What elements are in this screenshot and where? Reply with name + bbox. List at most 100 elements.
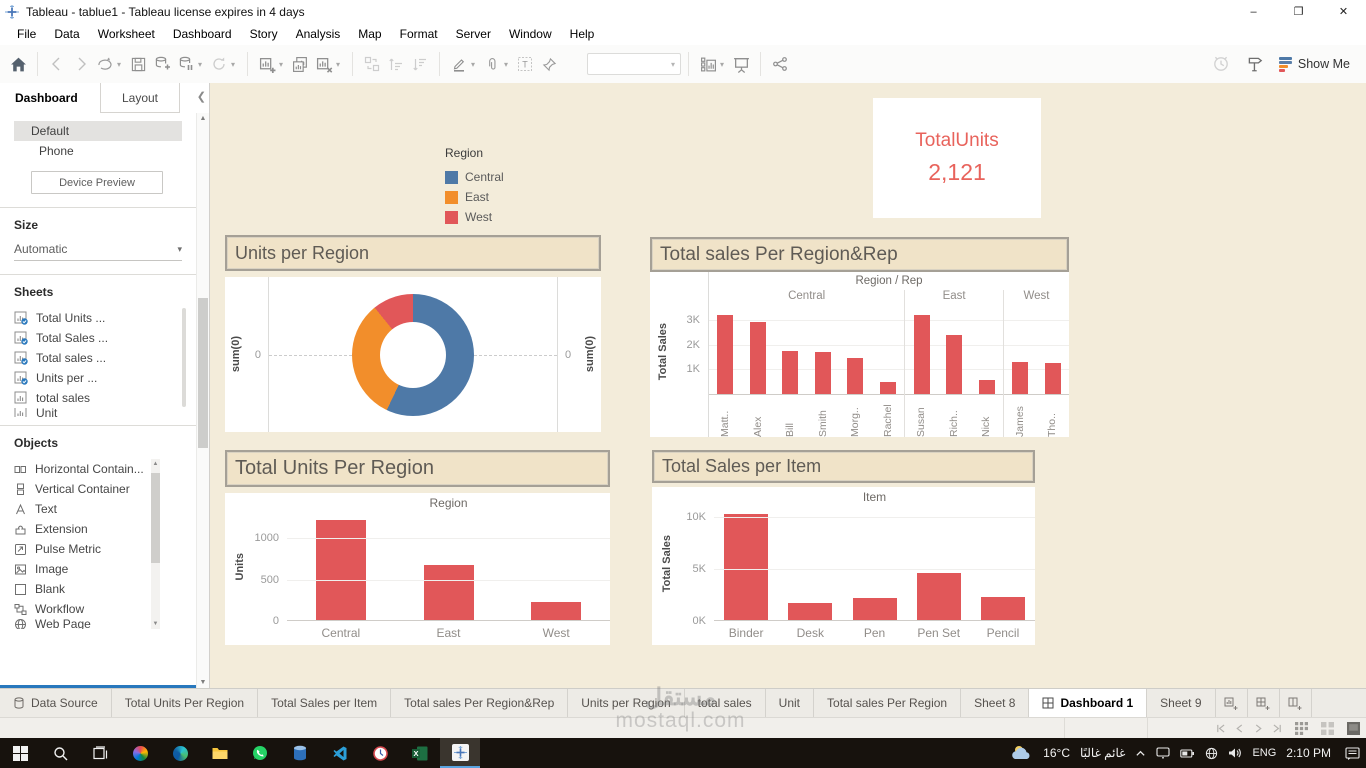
presentation-view-icon[interactable] bbox=[1347, 721, 1360, 735]
duplicate-icon[interactable] bbox=[288, 51, 312, 77]
temperature[interactable]: 16°C bbox=[1043, 746, 1070, 760]
task-view-button[interactable] bbox=[80, 738, 120, 768]
bar-matt[interactable] bbox=[717, 314, 734, 394]
device-phone[interactable]: Phone bbox=[14, 141, 182, 161]
filmstrip-view-icon[interactable] bbox=[1321, 721, 1334, 735]
show-me-button[interactable]: Show Me bbox=[1278, 56, 1350, 72]
save-icon[interactable] bbox=[126, 51, 150, 77]
clear-sheet-icon[interactable] bbox=[312, 51, 336, 77]
sheet-sorter-view-icon[interactable] bbox=[1295, 721, 1308, 735]
first-sheet-icon[interactable] bbox=[1216, 723, 1225, 733]
sheet-item-total-sales[interactable]: Total Sales ... bbox=[14, 328, 182, 348]
objects-scrollbar[interactable]: ▲ ▼ bbox=[151, 459, 160, 629]
sheet-item-unit[interactable]: Unit bbox=[14, 408, 182, 417]
device-preview-button[interactable]: Device Preview bbox=[31, 171, 163, 194]
new-dashboard-tab-button[interactable] bbox=[1248, 689, 1280, 717]
bar-alex[interactable] bbox=[749, 322, 766, 394]
pause-updates-icon[interactable] bbox=[174, 51, 198, 77]
next-sheet-icon[interactable] bbox=[1254, 723, 1263, 733]
highlight-caret-icon[interactable]: ▾ bbox=[471, 60, 480, 69]
total-units-region-title[interactable]: Total Units Per Region bbox=[225, 450, 610, 487]
photos-button[interactable] bbox=[120, 738, 160, 768]
restore-button[interactable]: ❐ bbox=[1276, 0, 1321, 23]
vscode-button[interactable] bbox=[320, 738, 360, 768]
weather-icon[interactable] bbox=[1011, 744, 1033, 762]
group-members-icon[interactable] bbox=[480, 51, 504, 77]
clock-icon[interactable] bbox=[1209, 51, 1233, 77]
tableau-button[interactable] bbox=[440, 738, 480, 768]
replay-icon[interactable] bbox=[93, 51, 117, 77]
search-button[interactable] bbox=[40, 738, 80, 768]
menu-item-window[interactable]: Window bbox=[500, 25, 561, 43]
sheets-scrollbar[interactable] bbox=[182, 308, 186, 407]
clock-button[interactable] bbox=[360, 738, 400, 768]
pin-icon[interactable] bbox=[537, 51, 561, 77]
tab-sheet-8[interactable]: Sheet 8 bbox=[961, 689, 1030, 717]
bar-bill[interactable] bbox=[782, 350, 799, 394]
menu-item-map[interactable]: Map bbox=[349, 25, 390, 43]
refresh-icon[interactable] bbox=[207, 51, 231, 77]
clock-time[interactable]: 2:10 PM bbox=[1286, 746, 1331, 760]
previous-sheet-icon[interactable] bbox=[1235, 723, 1244, 733]
size-select[interactable]: Automatic ▾ bbox=[14, 242, 182, 261]
file-explorer-button[interactable] bbox=[200, 738, 240, 768]
whatsapp-button[interactable] bbox=[240, 738, 280, 768]
clear-caret-icon[interactable]: ▾ bbox=[336, 60, 345, 69]
start-button[interactable] bbox=[0, 738, 40, 768]
new-story-tab-button[interactable] bbox=[1280, 689, 1312, 717]
language-indicator[interactable]: ENG bbox=[1252, 747, 1276, 759]
tab-total-sales-per-item[interactable]: Total Sales per Item bbox=[258, 689, 392, 717]
share-icon[interactable] bbox=[768, 51, 792, 77]
edge-button[interactable] bbox=[160, 738, 200, 768]
sheet-item-total-units[interactable]: Total Units ... bbox=[14, 308, 182, 328]
total-sales-item-title[interactable]: Total Sales per Item bbox=[652, 450, 1035, 483]
fit-caret-icon[interactable]: ▾ bbox=[720, 60, 729, 69]
collapse-pane-icon[interactable]: ❮ bbox=[197, 90, 206, 103]
cast-icon[interactable] bbox=[1156, 747, 1171, 759]
fit-icon[interactable] bbox=[696, 51, 720, 77]
tab-units-per-region[interactable]: Units per Region bbox=[568, 689, 685, 717]
new-worksheet-tab-button[interactable] bbox=[1216, 689, 1248, 717]
sheet-item-total-sales[interactable]: total sales bbox=[14, 388, 182, 408]
forward-icon[interactable] bbox=[69, 51, 93, 77]
tab-dashboard[interactable]: Dashboard bbox=[15, 91, 78, 105]
panel-scrollbar[interactable]: ▲ ▼ bbox=[196, 113, 209, 688]
refresh-caret-icon[interactable]: ▾ bbox=[231, 60, 240, 69]
sales-region-rep-title[interactable]: Total sales Per Region&Rep bbox=[650, 237, 1069, 272]
tab-layout[interactable]: Layout bbox=[100, 83, 180, 113]
battery-icon[interactable] bbox=[1180, 748, 1195, 759]
sort-descending-icon[interactable] bbox=[408, 51, 432, 77]
weather-text[interactable]: غائم غالبًا bbox=[1080, 746, 1125, 760]
donut-mark[interactable] bbox=[352, 293, 474, 416]
tab-total-sales[interactable]: total sales bbox=[685, 689, 766, 717]
sheet-item-units-per[interactable]: Units per ... bbox=[14, 368, 182, 388]
close-button[interactable]: ✕ bbox=[1321, 0, 1366, 23]
menu-item-server[interactable]: Server bbox=[447, 25, 500, 43]
tab-sheet-9[interactable]: Sheet 9 bbox=[1147, 689, 1216, 717]
menu-item-story[interactable]: Story bbox=[241, 25, 287, 43]
tab-total-sales-per-region-rep[interactable]: Total sales Per Region&Rep bbox=[391, 689, 569, 717]
bar-smith[interactable] bbox=[814, 352, 831, 394]
tab-total-sales-per-region[interactable]: Total sales Per Region bbox=[814, 689, 962, 717]
volume-icon[interactable] bbox=[1228, 747, 1242, 759]
toolbar-combo[interactable]: ▾ bbox=[587, 53, 681, 75]
menu-item-analysis[interactable]: Analysis bbox=[287, 25, 350, 43]
bar-rachel[interactable] bbox=[880, 381, 896, 394]
tab-total-units-per-region[interactable]: Total Units Per Region bbox=[112, 689, 259, 717]
new-worksheet-caret-icon[interactable]: ▾ bbox=[279, 60, 288, 69]
bar-james[interactable] bbox=[1012, 361, 1029, 394]
minimize-button[interactable]: – bbox=[1231, 0, 1276, 23]
bar-morg[interactable] bbox=[847, 358, 864, 394]
group-caret-icon[interactable]: ▾ bbox=[504, 60, 513, 69]
device-default[interactable]: Default bbox=[14, 121, 182, 141]
bar-rich[interactable] bbox=[946, 334, 963, 394]
sql-server-button[interactable] bbox=[280, 738, 320, 768]
menu-item-worksheet[interactable]: Worksheet bbox=[89, 25, 164, 43]
new-worksheet-icon[interactable] bbox=[255, 51, 279, 77]
last-sheet-icon[interactable] bbox=[1273, 723, 1282, 733]
legend-item-east[interactable]: East bbox=[445, 187, 504, 207]
new-datasource-icon[interactable] bbox=[150, 51, 174, 77]
menu-item-help[interactable]: Help bbox=[561, 25, 604, 43]
show-hide-cards-icon[interactable] bbox=[1243, 51, 1267, 77]
presentation-icon[interactable] bbox=[729, 51, 753, 77]
